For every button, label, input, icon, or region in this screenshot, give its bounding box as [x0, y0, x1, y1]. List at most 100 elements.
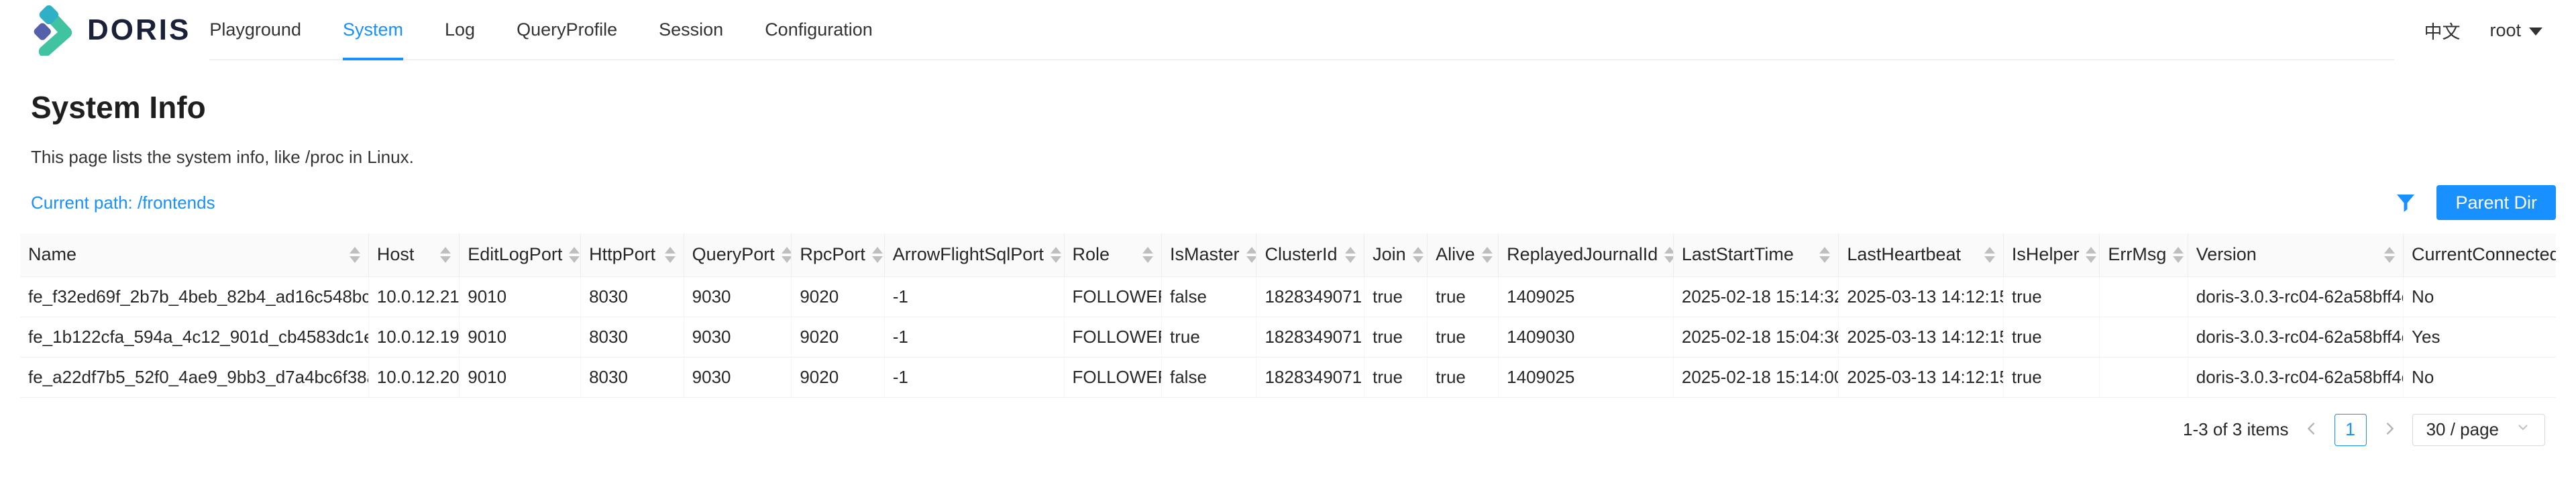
- table-cell: 2025-02-18 15:14:00: [1673, 357, 1839, 397]
- nav-item-configuration[interactable]: Configuration: [765, 0, 873, 59]
- chevron-down-icon: [2529, 28, 2542, 36]
- table-cell: Yes: [2404, 317, 2556, 357]
- page-title: System Info: [31, 89, 2556, 126]
- filter-icon[interactable]: [2394, 190, 2418, 215]
- table-cell: true: [2003, 276, 2099, 317]
- table-cell: 8030: [581, 357, 684, 397]
- column-label: IsMaster: [1170, 244, 1240, 265]
- table-cell: 10.0.12.20: [368, 357, 459, 397]
- column-header-lastheartbeat[interactable]: LastHeartbeat: [1839, 233, 2004, 276]
- table-cell: false: [1162, 276, 1256, 317]
- brand-name: DORIS: [87, 13, 191, 47]
- column-header-errmsg[interactable]: ErrMsg: [2100, 233, 2188, 276]
- table-cell: 1828349071: [1256, 276, 1364, 317]
- page-description: This page lists the system info, like /p…: [31, 146, 2556, 168]
- nav-item-log[interactable]: Log: [445, 0, 475, 59]
- column-label: Version: [2196, 244, 2257, 265]
- table-cell: 8030: [581, 276, 684, 317]
- sort-icon: [1664, 247, 1673, 263]
- table-cell: fe_f32ed69f_2b7b_4beb_82b4_ad16c548bc03: [20, 276, 368, 317]
- table-cell: true: [2003, 357, 2099, 397]
- table-cell: true: [1364, 317, 1428, 357]
- nav-item-system[interactable]: System: [343, 0, 403, 59]
- table-row: fe_f32ed69f_2b7b_4beb_82b4_ad16c548bc03 1…: [20, 276, 2556, 317]
- sort-icon: [1482, 247, 1493, 263]
- column-header-editlogport[interactable]: EditLogPort: [460, 233, 581, 276]
- column-header-currentconnected[interactable]: CurrentConnected: [2404, 233, 2556, 276]
- column-header-alive[interactable]: Alive: [1428, 233, 1499, 276]
- table-cell: 2025-03-13 14:12:15: [1839, 317, 2004, 357]
- chevron-down-icon: [2515, 419, 2531, 440]
- current-path-link[interactable]: Current path: /frontends: [31, 193, 215, 213]
- table-cell: 9030: [684, 276, 792, 317]
- column-header-laststarttime[interactable]: LastStartTime: [1673, 233, 1839, 276]
- column-label: CurrentConnected: [2412, 244, 2556, 265]
- column-label: RpcPort: [800, 244, 865, 265]
- user-menu[interactable]: root: [2489, 20, 2542, 41]
- table-cell: 1409030: [1499, 317, 1674, 357]
- column-header-replayedjournalid[interactable]: ReplayedJournalId: [1499, 233, 1674, 276]
- page-size-select[interactable]: 30 / page: [2412, 414, 2545, 446]
- column-header-role[interactable]: Role: [1064, 233, 1162, 276]
- sort-icon: [440, 247, 451, 263]
- column-header-arrowflightsqlport[interactable]: ArrowFlightSqlPort: [884, 233, 1064, 276]
- toolbar: Current path: /frontends Parent Dir: [20, 185, 2556, 220]
- table-cell: 1828349071: [1256, 357, 1364, 397]
- nav-item-queryprofile[interactable]: QueryProfile: [517, 0, 617, 59]
- column-header-ismaster[interactable]: IsMaster: [1162, 233, 1256, 276]
- table-cell: [2100, 276, 2188, 317]
- nav-item-session[interactable]: Session: [659, 0, 723, 59]
- table-cell: 9030: [684, 317, 792, 357]
- doris-logo[interactable]: DORIS: [34, 0, 191, 60]
- column-header-join[interactable]: Join: [1364, 233, 1428, 276]
- sort-icon: [665, 247, 676, 263]
- chevron-left-icon: [2302, 419, 2321, 440]
- nav-item-playground[interactable]: Playground: [209, 0, 301, 59]
- pagination-next-button[interactable]: [2380, 419, 2399, 440]
- table-cell: 9020: [792, 357, 884, 397]
- column-header-httpport[interactable]: HttpPort: [581, 233, 684, 276]
- column-header-queryport[interactable]: QueryPort: [684, 233, 792, 276]
- parent-dir-button[interactable]: Parent Dir: [2436, 185, 2556, 220]
- column-header-host[interactable]: Host: [368, 233, 459, 276]
- table-cell: false: [1162, 357, 1256, 397]
- doris-logo-icon: [34, 2, 76, 59]
- pagination-prev-button[interactable]: [2302, 419, 2321, 440]
- table-cell: 2025-03-13 14:12:15: [1839, 276, 2004, 317]
- sort-icon: [1819, 247, 1830, 263]
- table-cell: -1: [884, 357, 1064, 397]
- column-label: Name: [28, 244, 76, 265]
- column-label: Alive: [1436, 244, 1475, 265]
- page-size-value: 30 / page: [2426, 419, 2499, 440]
- sort-icon: [2173, 247, 2184, 263]
- sort-icon: [872, 247, 883, 263]
- column-label: HttpPort: [589, 244, 655, 265]
- column-label: Join: [1373, 244, 1406, 265]
- table-cell: 9010: [460, 317, 581, 357]
- table-header-row: Name Host EditLogPort HttpPort QueryPort RpcP…: [20, 233, 2556, 276]
- sort-icon: [1246, 247, 1256, 263]
- table-cell: true: [1364, 276, 1428, 317]
- user-name: root: [2489, 20, 2521, 41]
- column-label: EditLogPort: [468, 244, 562, 265]
- language-switch[interactable]: 中文: [2424, 17, 2460, 44]
- column-label: QueryPort: [692, 244, 775, 265]
- column-header-name[interactable]: Name: [20, 233, 368, 276]
- column-header-version[interactable]: Version: [2188, 233, 2403, 276]
- table-cell: true: [1364, 357, 1428, 397]
- table-cell: FOLLOWER: [1064, 357, 1162, 397]
- pagination-page-1[interactable]: 1: [2334, 414, 2367, 446]
- table-cell: doris-3.0.3-rc04-62a58bff4c: [2188, 357, 2403, 397]
- column-header-clusterid[interactable]: ClusterId: [1256, 233, 1364, 276]
- table-cell: 9020: [792, 276, 884, 317]
- table-cell: 1409025: [1499, 357, 1674, 397]
- table-cell: true: [1428, 276, 1499, 317]
- header-right: 中文 root: [2394, 0, 2542, 60]
- table-cell: 9020: [792, 317, 884, 357]
- column-header-rpcport[interactable]: RpcPort: [792, 233, 884, 276]
- table-cell: true: [1428, 317, 1499, 357]
- column-label: Host: [377, 244, 415, 265]
- column-label: ClusterId: [1265, 244, 1337, 265]
- column-label: IsHelper: [2012, 244, 2080, 265]
- column-header-ishelper[interactable]: IsHelper: [2003, 233, 2099, 276]
